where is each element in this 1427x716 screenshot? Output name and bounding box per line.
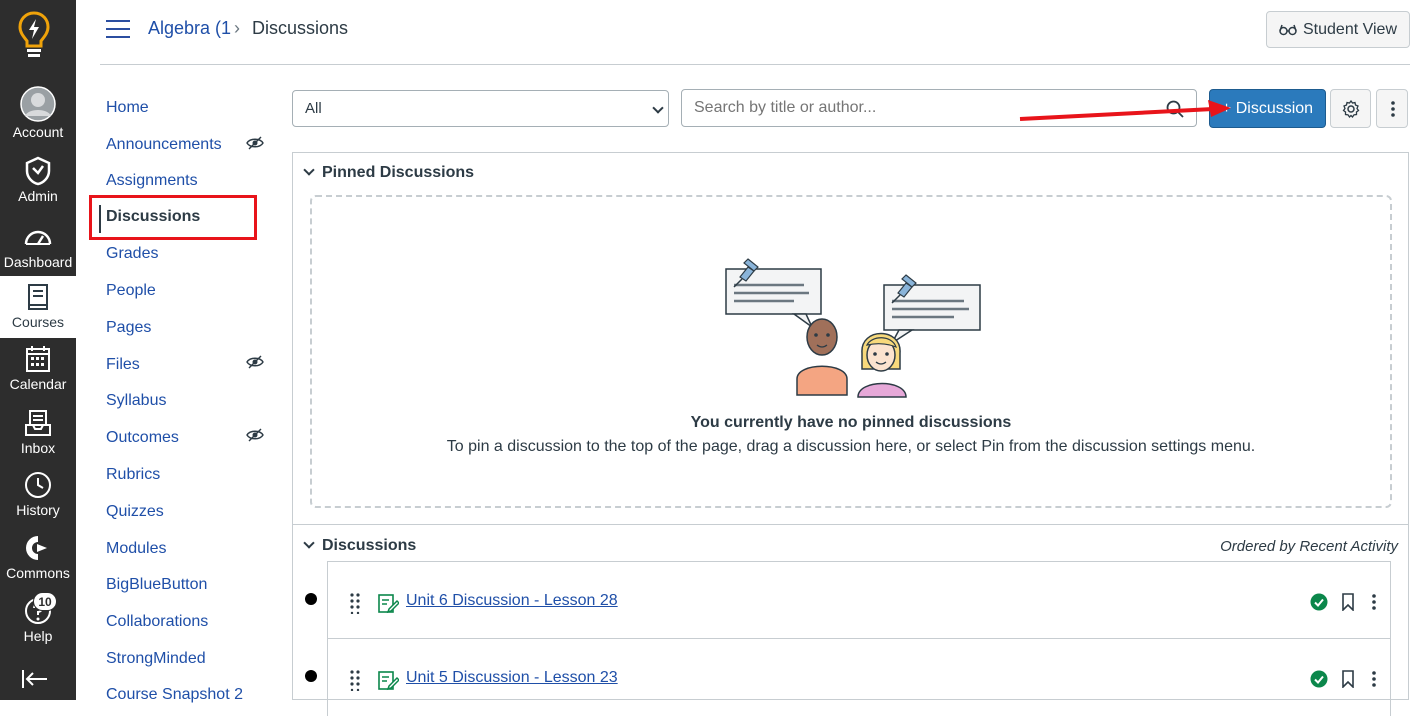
empty-state-description: To pin a discussion to the top of the pa… — [446, 438, 1256, 455]
nav-courses-label: Courses — [11, 314, 65, 330]
more-options-button[interactable] — [1376, 89, 1408, 128]
logo-icon[interactable] — [17, 10, 51, 60]
course-nav-collaborations[interactable]: Collaborations — [106, 613, 208, 631]
empty-state-title: You currently have no pinned discussions — [690, 414, 1012, 431]
hidden-eye-icon — [246, 428, 264, 442]
chevron-down-icon[interactable] — [303, 164, 315, 176]
nav-courses[interactable]: Courses — [0, 276, 76, 338]
nav-admin[interactable]: Admin — [0, 156, 76, 204]
discussions-section: Discussions Ordered by Recent Activity U… — [292, 524, 1409, 716]
nav-inbox-label: Inbox — [20, 440, 56, 456]
more-vertical-icon[interactable] — [1371, 593, 1377, 611]
course-nav-people[interactable]: People — [106, 282, 156, 300]
nav-history[interactable]: History — [0, 470, 76, 518]
nav-account-label: Account — [12, 124, 64, 140]
nav-help-label: Help — [23, 628, 53, 644]
courses-icon — [28, 284, 48, 310]
clock-icon — [25, 472, 51, 498]
calendar-icon — [26, 346, 50, 372]
nav-commons-label: Commons — [6, 565, 70, 581]
course-nav-announcements[interactable]: Announcements — [106, 136, 222, 154]
more-vertical-icon[interactable] — [1371, 670, 1377, 688]
discussion-row[interactable]: Unit 5 Discussion - Lesson 23 — [327, 638, 1391, 716]
nav-dashboard[interactable]: Dashboard — [0, 222, 76, 270]
nav-history-label: History — [16, 502, 60, 518]
discussion-illustration — [725, 258, 981, 398]
gear-icon — [1342, 100, 1360, 118]
commons-icon — [26, 536, 47, 560]
shield-icon — [25, 156, 51, 186]
unread-dot — [305, 593, 317, 605]
page-header: Algebra (1 › Discussions Student View — [100, 0, 1410, 65]
course-nav-home[interactable]: Home — [106, 99, 149, 117]
pinned-section-title[interactable]: Pinned Discussions — [322, 164, 474, 182]
pinned-dropzone[interactable]: You currently have no pinned discussions… — [310, 195, 1392, 508]
global-nav: Account Admin Dashboard Courses Calendar… — [0, 0, 76, 700]
discussion-icon — [378, 594, 399, 614]
settings-button[interactable] — [1330, 89, 1371, 128]
student-view-button[interactable]: Student View — [1266, 11, 1410, 48]
discussion-title-link[interactable]: Unit 5 Discussion - Lesson 23 — [406, 669, 618, 687]
course-nav-course-snapshot[interactable]: Course Snapshot 2 — [106, 686, 243, 704]
nav-calendar-label: Calendar — [9, 376, 67, 392]
course-nav-files[interactable]: Files — [106, 356, 140, 374]
chevron-down-icon[interactable] — [303, 537, 315, 549]
course-nav-pages[interactable]: Pages — [106, 319, 151, 337]
drag-handle-icon[interactable] — [349, 669, 361, 691]
course-nav-bigbluebutton[interactable]: BigBlueButton — [106, 576, 207, 594]
nav-commons[interactable]: Commons — [0, 533, 76, 581]
discussion-title-link[interactable]: Unit 6 Discussion - Lesson 28 — [406, 592, 618, 610]
dashboard-icon — [24, 230, 52, 245]
published-check-icon[interactable] — [1310, 670, 1328, 688]
course-nav-quizzes[interactable]: Quizzes — [106, 503, 164, 521]
nav-inbox[interactable]: Inbox — [0, 408, 76, 456]
published-check-icon[interactable] — [1310, 593, 1328, 611]
chevron-down-icon — [652, 102, 664, 114]
unread-dot — [305, 670, 317, 682]
drag-handle-icon[interactable] — [349, 592, 361, 614]
help-badge: 10 — [33, 592, 57, 611]
nav-dashboard-label: Dashboard — [3, 254, 73, 270]
nav-admin-label: Admin — [18, 188, 58, 204]
hidden-eye-icon — [246, 136, 264, 150]
glasses-icon — [1279, 24, 1297, 35]
discussion-row[interactable]: Unit 6 Discussion - Lesson 28 — [327, 561, 1391, 639]
student-view-label: Student View — [1303, 20, 1397, 38]
nav-calendar[interactable]: Calendar — [0, 344, 76, 392]
course-nav-outcomes[interactable]: Outcomes — [106, 429, 179, 447]
discussion-icon — [378, 671, 399, 691]
filter-select[interactable]: All — [292, 90, 669, 127]
highlight-annotation-box — [89, 195, 257, 240]
breadcrumb-current-page: Discussions — [252, 18, 349, 38]
red-arrow-annotation — [1019, 100, 1231, 121]
inbox-icon — [25, 410, 51, 436]
hamburger-menu-icon[interactable] — [106, 20, 130, 38]
course-nav-grades[interactable]: Grades — [106, 245, 158, 263]
more-vertical-icon — [1391, 101, 1395, 117]
course-nav-strongminded[interactable]: StrongMinded — [106, 650, 206, 668]
filter-select-value: All — [305, 100, 322, 117]
course-nav-rubrics[interactable]: Rubrics — [106, 466, 160, 484]
avatar-icon — [20, 86, 56, 122]
course-nav-assignments[interactable]: Assignments — [106, 172, 198, 190]
breadcrumb-course[interactable]: Algebra (1 — [148, 18, 231, 39]
bookmark-icon[interactable] — [1341, 670, 1355, 688]
sort-order-label: Ordered by Recent Activity — [1220, 538, 1398, 555]
hidden-eye-icon — [246, 355, 264, 369]
course-nav-modules[interactable]: Modules — [106, 540, 166, 558]
course-nav-syllabus[interactable]: Syllabus — [106, 392, 166, 410]
pinned-discussions-section: Pinned Discussions You currently have no… — [292, 152, 1409, 524]
discussions-section-title[interactable]: Discussions — [322, 537, 416, 555]
breadcrumb-separator: › — [234, 18, 240, 38]
bookmark-icon[interactable] — [1341, 593, 1355, 611]
nav-account[interactable]: Account — [0, 86, 76, 140]
collapse-nav-icon[interactable] — [21, 668, 49, 690]
